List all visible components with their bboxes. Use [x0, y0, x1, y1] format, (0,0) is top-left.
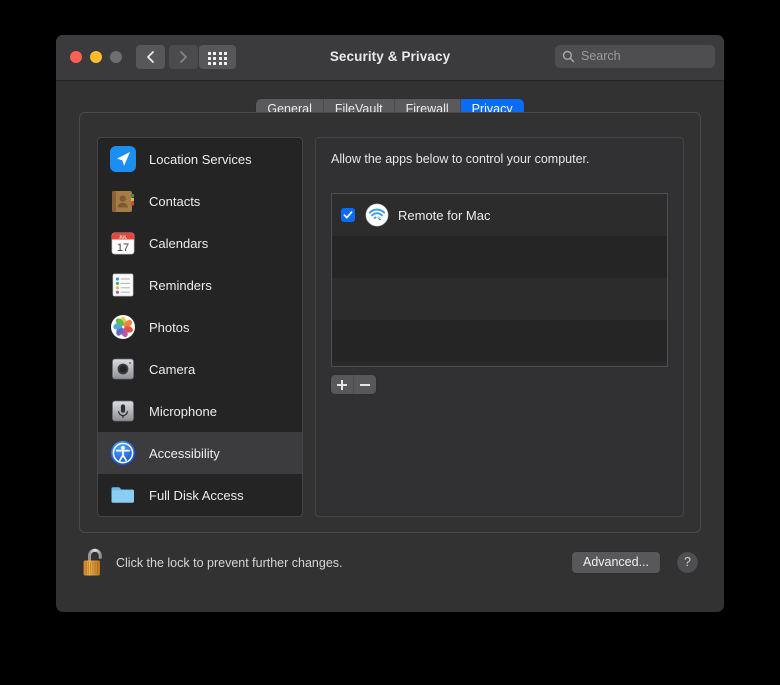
sidebar-item-label: Calendars	[149, 236, 208, 251]
lock-button[interactable]	[78, 544, 112, 582]
camera-icon	[108, 354, 138, 384]
sidebar-item-label: Full Disk Access	[149, 488, 244, 503]
bottom-bar: Click the lock to prevent further change…	[56, 540, 724, 595]
unlocked-padlock-icon	[78, 544, 112, 582]
list-item[interactable]: Remote for Mac	[332, 194, 667, 236]
content-container: Location Services Contacts	[79, 112, 701, 533]
sidebar-item-photos[interactable]: Photos	[98, 306, 302, 348]
reminders-icon	[108, 270, 138, 300]
list-item-empty	[332, 236, 667, 278]
privacy-category-list[interactable]: Location Services Contacts	[97, 137, 303, 517]
app-name: Remote for Mac	[398, 208, 490, 223]
sidebar-item-label: Location Services	[149, 152, 252, 167]
advanced-button[interactable]: Advanced...	[572, 552, 660, 573]
sidebar-item-label: Microphone	[149, 404, 217, 419]
microphone-icon	[108, 396, 138, 426]
add-remove-button-group	[331, 375, 376, 394]
app-enabled-checkbox[interactable]	[341, 208, 355, 222]
search-icon	[562, 50, 575, 63]
title-bar: Security & Privacy Search	[56, 35, 724, 81]
accessibility-icon	[108, 438, 138, 468]
help-button[interactable]: ?	[677, 552, 698, 573]
search-placeholder: Search	[581, 49, 621, 63]
sidebar-item-contacts[interactable]: Contacts	[98, 180, 302, 222]
search-field[interactable]: Search	[555, 45, 715, 68]
folder-icon	[108, 480, 138, 510]
preferences-window: Security & Privacy Search General FileVa…	[56, 35, 724, 612]
allowed-apps-list[interactable]: Remote for Mac	[331, 193, 668, 367]
location-services-icon	[108, 144, 138, 174]
svg-text:17: 17	[117, 242, 129, 254]
svg-text:JUL: JUL	[119, 235, 128, 240]
list-item-empty	[332, 278, 667, 320]
sidebar-item-label: Contacts	[149, 194, 200, 209]
lock-status-text: Click the lock to prevent further change…	[116, 556, 343, 570]
sidebar-item-accessibility[interactable]: Accessibility	[98, 432, 302, 474]
remote-for-mac-icon	[365, 203, 389, 227]
sidebar-item-calendars[interactable]: JUL 17 Calendars	[98, 222, 302, 264]
privacy-detail-panel: Allow the apps below to control your com…	[315, 137, 684, 517]
sidebar-item-label: Accessibility	[149, 446, 220, 461]
sidebar-item-label: Camera	[149, 362, 195, 377]
sidebar-item-reminders[interactable]: Reminders	[98, 264, 302, 306]
sidebar-item-full-disk-access[interactable]: Full Disk Access	[98, 474, 302, 516]
list-item-empty	[332, 320, 667, 362]
calendars-icon: JUL 17	[108, 228, 138, 258]
checkmark-icon	[343, 210, 353, 220]
sidebar-item-label: Reminders	[149, 278, 212, 293]
sidebar-item-camera[interactable]: Camera	[98, 348, 302, 390]
panel-description: Allow the apps below to control your com…	[331, 152, 589, 166]
add-app-button[interactable]	[331, 375, 354, 394]
sidebar-item-microphone[interactable]: Microphone	[98, 390, 302, 432]
remove-app-button[interactable]	[354, 375, 376, 394]
contacts-icon	[108, 186, 138, 216]
photos-icon	[108, 312, 138, 342]
sidebar-item-location-services[interactable]: Location Services	[98, 138, 302, 180]
sidebar-item-label: Photos	[149, 320, 189, 335]
